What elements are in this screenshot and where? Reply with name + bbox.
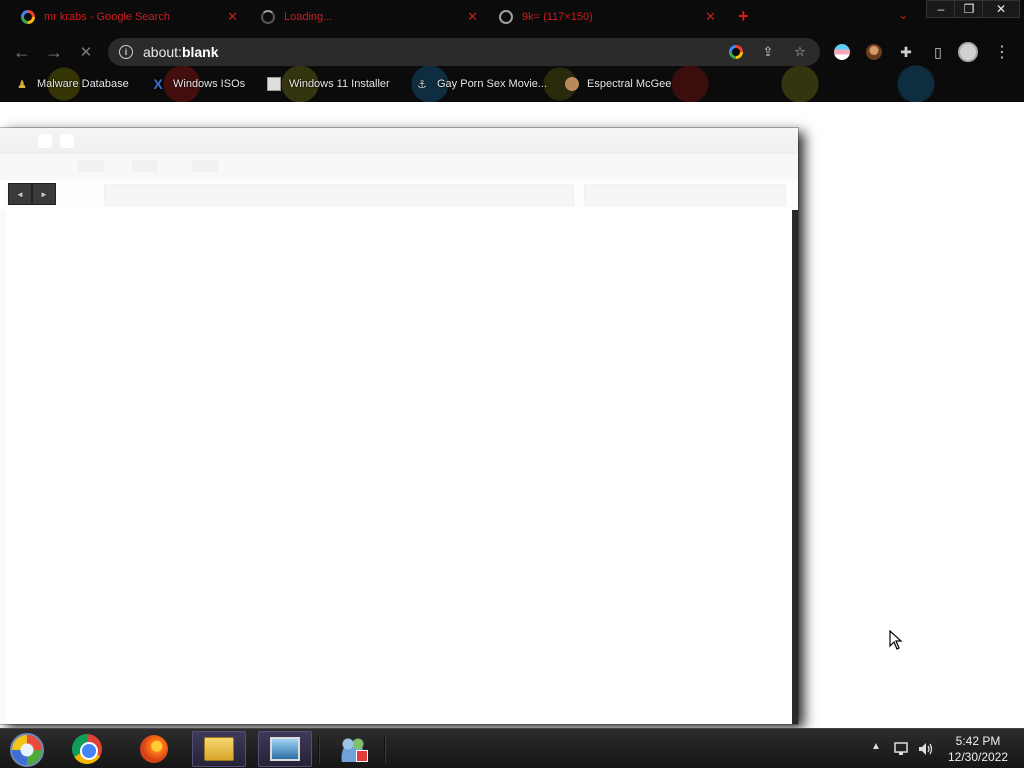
browser-window: mr krabs - Google Search ✕ Loading... ✕ … (0, 0, 1024, 102)
side-panel-icon[interactable]: ▯ (928, 42, 948, 62)
window-border (792, 210, 798, 724)
taskbar-photo-viewer[interactable] (258, 731, 312, 767)
taskbar-separator (384, 735, 386, 763)
clock-date: 12/30/2022 (947, 750, 1009, 764)
address-text[interactable]: about:blank (143, 44, 219, 60)
back-button[interactable]: ← (10, 40, 34, 64)
window-control (60, 134, 74, 148)
extension-avatar-icon[interactable] (864, 42, 884, 62)
faded-nav-bar: ◄ ► (4, 180, 794, 210)
new-tab-button[interactable]: + (738, 6, 749, 27)
profile-icon[interactable] (958, 42, 978, 62)
volume-icon[interactable] (917, 741, 933, 757)
close-window-button[interactable]: ✕ (982, 0, 1020, 18)
stop-button[interactable]: ✕ (74, 40, 98, 64)
share-icon[interactable]: ⇪ (760, 44, 776, 60)
firefox-icon (140, 735, 168, 763)
menu-item (192, 160, 218, 172)
faded-search-field[interactable] (584, 184, 786, 206)
bookmark-windows-11-installer[interactable]: Windows 11 Installer (266, 74, 390, 94)
faded-window: ◄ ► (0, 128, 798, 724)
network-icon[interactable] (893, 741, 909, 757)
x-icon: X (153, 76, 163, 92)
bookmark-malware-database[interactable]: ♟ Malware Database (14, 74, 129, 94)
taskbar-firefox[interactable] (127, 731, 181, 767)
bookmark-label: Windows 11 Installer (289, 78, 390, 90)
folder-icon (204, 737, 234, 761)
minimize-button[interactable]: – (926, 0, 956, 18)
bookmark-star-icon[interactable]: ☆ (792, 44, 808, 60)
menu-item (78, 160, 104, 172)
bookmark-label: Malware Database (37, 78, 129, 90)
info-icon[interactable]: i (119, 45, 133, 59)
tab-close-icon[interactable]: ✕ (467, 9, 478, 25)
taskbar: ▲ 5:42 PM 12/30/2022 (0, 728, 1024, 768)
bookmark-windows-isos[interactable]: X Windows ISOs (150, 74, 245, 94)
bookmark-label: Gay Porn Sex Movie... (437, 78, 548, 90)
faded-forward-button[interactable]: ► (32, 183, 56, 205)
faded-window-content (6, 210, 792, 718)
bookmark-espectral-mcgee[interactable]: Espectral McGee (564, 74, 671, 94)
tab-strip: mr krabs - Google Search ✕ Loading... ✕ … (0, 0, 1024, 34)
address-bar[interactable]: i about:blank ⇪ ☆ (108, 38, 820, 66)
tab-title: Loading... (284, 11, 333, 23)
bookmark-movie-site[interactable]: ⚓ Gay Porn Sex Movie... (414, 74, 547, 94)
chrome-icon (72, 734, 102, 764)
globe-icon (498, 9, 514, 25)
browser-toolbar: ← → ✕ i about:blank ⇪ ☆ ✚ ▯ ⋮ (0, 36, 1024, 68)
photo-icon (270, 737, 300, 761)
menu-item (132, 160, 158, 172)
tab-search-icon[interactable]: ⌄ (898, 8, 908, 22)
mouse-cursor-icon (889, 630, 903, 650)
taskbar-separator (318, 735, 320, 763)
system-clock[interactable]: 5:42 PM 12/30/2022 (940, 733, 1016, 765)
clock-time: 5:42 PM (955, 734, 1001, 748)
google-icon (20, 9, 36, 25)
tab-title: mr krabs - Google Search (44, 11, 170, 23)
url-scheme: about: (143, 44, 182, 60)
faded-back-button[interactable]: ◄ (8, 183, 32, 205)
forward-button[interactable]: → (42, 40, 66, 64)
taskbar-chrome[interactable] (60, 731, 114, 767)
bookmarks-bar: ♟ Malware Database X Windows ISOs Window… (0, 72, 1024, 96)
faded-menu-bar (0, 154, 798, 180)
page-icon (266, 76, 282, 92)
tray-expand-icon[interactable]: ▲ (871, 741, 881, 752)
faded-window-titlebar (0, 128, 798, 154)
tab-loading[interactable]: Loading... ✕ (240, 0, 486, 34)
figure-icon: ♟ (17, 78, 27, 91)
taskbar-file-explorer[interactable] (192, 731, 246, 767)
bookmark-label: Espectral McGee (587, 78, 672, 90)
extensions-puzzle-icon[interactable]: ✚ (896, 42, 916, 62)
tab-google-search[interactable]: mr krabs - Google Search ✕ (0, 0, 246, 34)
tab-image[interactable]: 9k= (117×150) ✕ (478, 0, 724, 34)
taskbar-people[interactable] (326, 731, 380, 767)
bookmark-label: Windows ISOs (173, 78, 246, 90)
spinner-icon (260, 9, 276, 25)
menu-kebab-icon[interactable]: ⋮ (992, 42, 1012, 62)
google-lens-icon[interactable] (728, 44, 744, 60)
faded-address-field[interactable] (104, 184, 574, 206)
restore-button[interactable]: ❐ (954, 0, 984, 18)
tab-close-icon[interactable]: ✕ (227, 9, 238, 25)
people-icon (338, 736, 368, 762)
avatar-icon (564, 76, 580, 92)
url-host: blank (181, 44, 219, 60)
extension-flag-icon[interactable] (832, 42, 852, 62)
tab-title: 9k= (117×150) (522, 11, 593, 23)
ship-icon: ⚓ (417, 78, 427, 91)
window-control (38, 134, 52, 148)
start-button[interactable] (10, 733, 44, 767)
tab-close-icon[interactable]: ✕ (705, 9, 716, 25)
